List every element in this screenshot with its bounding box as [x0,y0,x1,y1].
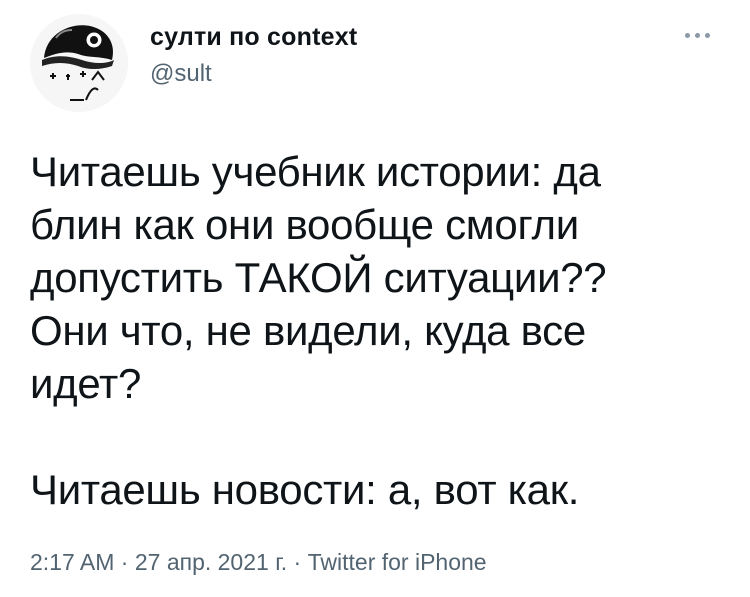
more-horizontal-icon[interactable] [677,24,717,46]
author-handle[interactable]: @sult [150,60,357,88]
tweet-meta: 2:17 AM · 27 апр. 2021 г. · Twitter for … [30,547,487,577]
tweet: султи по context @sult Читаешь учебник и… [0,0,750,597]
tweet-time[interactable]: 2:17 AM [30,549,114,575]
tweet-paragraph-2: Читаешь новости: а, вот как. [30,466,580,513]
author-display-name[interactable]: султи по context [150,22,357,52]
tweet-source[interactable]: Twitter for iPhone [308,549,487,575]
tweet-paragraph-1: Читаешь учебник истории: да блин как они… [30,148,607,407]
tweet-date[interactable]: 27 апр. 2021 г. [135,549,287,575]
dot [704,32,710,38]
avatar-drawing [30,14,128,112]
author-block[interactable]: султи по context @sult [150,22,357,88]
dot [694,32,700,38]
avatar[interactable] [30,14,128,112]
meta-separator: · [287,549,308,575]
meta-separator: · [114,549,135,575]
dot [684,32,690,38]
tweet-text: Читаешь учебник истории: да блин как они… [30,145,730,516]
